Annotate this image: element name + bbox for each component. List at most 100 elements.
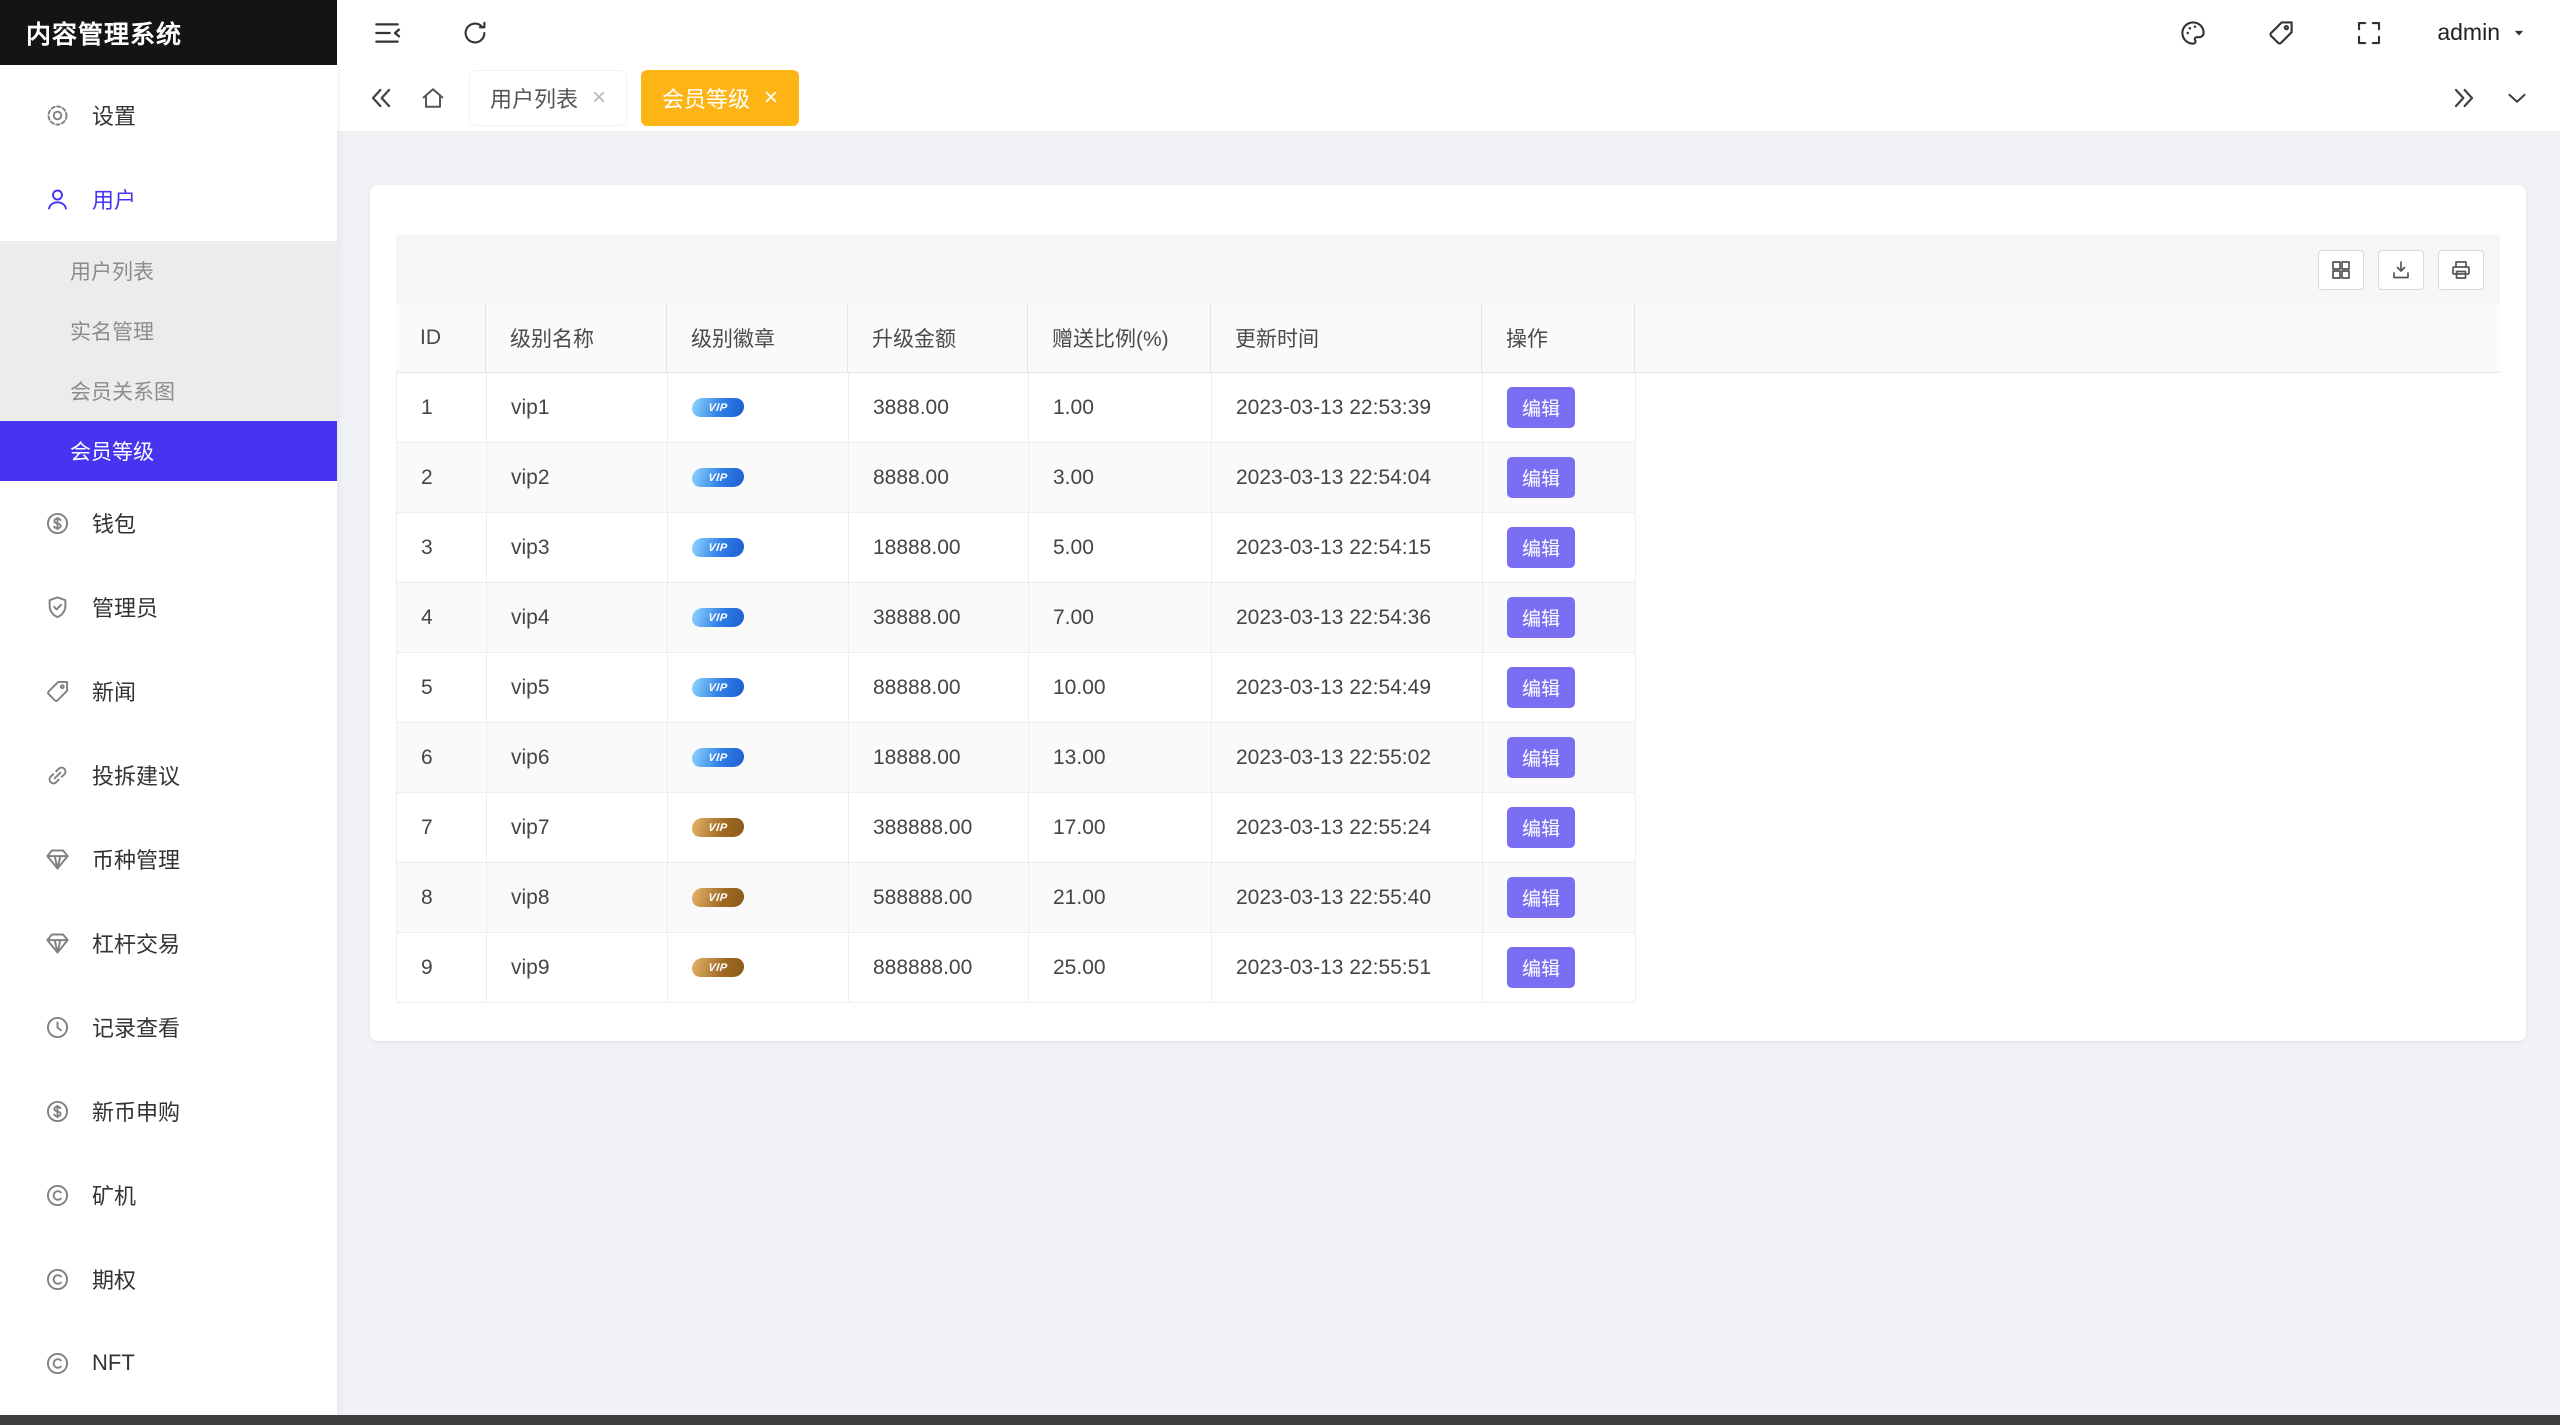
column-header-0: ID [396,304,486,372]
sidebar-item-admins[interactable]: 管理员 [0,565,337,649]
vip-badge: VIP [691,398,745,417]
cell-actions: 编辑 [1483,793,1636,862]
cell-amount: 38888.00 [849,583,1029,652]
link-icon [44,761,72,789]
sidebar-item-label: 钱包 [92,507,136,539]
sidebar-item-label: 杠杆交易 [92,927,180,959]
cell-badge: VIP [668,793,849,862]
cell-updated: 2023-03-13 22:55:02 [1212,723,1483,792]
gear-icon [44,101,72,129]
tab-member-level[interactable]: 会员等级× [641,70,799,126]
menu-collapse-icon[interactable] [367,13,407,53]
cell-badge: VIP [668,583,849,652]
sidebar-item-label: 用户 [92,183,136,215]
sidebar-item-settings[interactable]: 设置 [0,73,337,157]
tag-icon[interactable] [2261,13,2301,53]
sidebar-subitem-label: 会员等级 [70,436,154,466]
cell-updated: 2023-03-13 22:54:36 [1212,583,1483,652]
table-row: 6vip6VIP18888.0013.002023-03-13 22:55:02… [397,723,1635,793]
table-header-row: ID级别名称级别徽章升级金额赠送比例(%)更新时间操作 [396,304,2500,373]
vip-badge: VIP [691,468,745,487]
cell-name: vip8 [487,863,668,932]
sidebar-subitem-member-level[interactable]: 会员等级 [0,421,337,481]
cell-name: vip7 [487,793,668,862]
table-row: 3vip3VIP18888.005.002023-03-13 22:54:15编… [397,513,1635,583]
sidebar-subitem-real-name[interactable]: 实名管理 [0,301,337,361]
edit-button[interactable]: 编辑 [1507,457,1575,498]
sidebar-submenu-users: 用户列表实名管理会员关系图会员等级 [0,241,337,481]
tab-close-icon[interactable]: × [592,86,606,110]
sidebar-subitem-user-list[interactable]: 用户列表 [0,241,337,301]
user-menu[interactable]: admin [2437,19,2530,46]
edit-button[interactable]: 编辑 [1507,667,1575,708]
theme-palette-icon[interactable] [2173,13,2213,53]
sidebar-item-leverage[interactable]: 杠杆交易 [0,901,337,985]
edit-button[interactable]: 编辑 [1507,737,1575,778]
tabs-scroll-right-icon[interactable] [2448,82,2480,114]
sidebar-item-miner[interactable]: 矿机 [0,1153,337,1237]
table-row: 5vip5VIP88888.0010.002023-03-13 22:54:49… [397,653,1635,723]
edit-button[interactable]: 编辑 [1507,947,1575,988]
username: admin [2437,19,2500,46]
topbar: 内容管理系统 admin [0,0,2560,65]
sidebar-item-users[interactable]: 用户 [0,157,337,241]
cell-id: 2 [397,443,487,512]
app-title: 内容管理系统 [26,15,182,51]
cell-updated: 2023-03-13 22:54:04 [1212,443,1483,512]
tabs-menu-icon[interactable] [2502,83,2532,113]
cell-ratio: 5.00 [1029,513,1212,582]
sidebar-item-options[interactable]: 期权 [0,1237,337,1321]
cell-actions: 编辑 [1483,723,1636,792]
circle-arc-icon [44,1349,72,1377]
sidebar-item-label: 管理员 [92,591,158,623]
export-button[interactable] [2378,250,2424,290]
cell-name: vip9 [487,933,668,1002]
cell-ratio: 3.00 [1029,443,1212,512]
column-settings-button[interactable] [2318,250,2364,290]
fullscreen-icon[interactable] [2349,13,2389,53]
dollar-circle-icon [44,1097,72,1125]
column-header-1: 级别名称 [486,304,667,372]
edit-button[interactable]: 编辑 [1507,807,1575,848]
sidebar-item-records[interactable]: 记录查看 [0,985,337,1069]
cell-name: vip5 [487,653,668,722]
edit-button[interactable]: 编辑 [1507,597,1575,638]
cell-actions: 编辑 [1483,653,1636,722]
topbar-right: admin [2173,13,2530,53]
sidebar-item-currency[interactable]: 币种管理 [0,817,337,901]
column-header-6: 操作 [1482,304,1635,372]
sidebar-item-wallet[interactable]: 钱包 [0,481,337,565]
sidebar-subitem-member-graph[interactable]: 会员关系图 [0,361,337,421]
cell-updated: 2023-03-13 22:54:49 [1212,653,1483,722]
home-icon[interactable] [419,84,447,112]
vip-badge: VIP [691,608,745,627]
refresh-icon[interactable] [455,13,495,53]
sidebar-subitem-label: 会员关系图 [70,376,175,406]
print-button[interactable] [2438,250,2484,290]
edit-button[interactable]: 编辑 [1507,877,1575,918]
cell-actions: 编辑 [1483,583,1636,652]
caret-down-icon [2508,22,2530,44]
cell-badge: VIP [668,863,849,932]
horizontal-scrollbar[interactable] [0,1415,2560,1425]
edit-button[interactable]: 编辑 [1507,387,1575,428]
vip-badge: VIP [691,888,745,907]
cell-badge: VIP [668,653,849,722]
cell-actions: 编辑 [1483,373,1636,442]
tab-user-list[interactable]: 用户列表× [469,70,627,126]
edit-button[interactable]: 编辑 [1507,527,1575,568]
sidebar-item-nft[interactable]: NFT [0,1321,337,1405]
table-toolbar [396,235,2500,304]
tabbar: 用户列表×会员等级× [337,65,2560,131]
sidebar-item-new-coin[interactable]: 新币申购 [0,1069,337,1153]
sidebar-item-news[interactable]: 新闻 [0,649,337,733]
table-row: 4vip4VIP38888.007.002023-03-13 22:54:36编… [397,583,1635,653]
tabs-scroll-left-icon[interactable] [365,82,397,114]
topbar-main: admin [337,0,2560,65]
tab-close-icon[interactable]: × [764,86,778,110]
cell-amount: 88888.00 [849,653,1029,722]
app-logo: 内容管理系统 [0,0,337,65]
sidebar-item-feedback[interactable]: 投拆建议 [0,733,337,817]
table-row: 7vip7VIP388888.0017.002023-03-13 22:55:2… [397,793,1635,863]
cell-actions: 编辑 [1483,513,1636,582]
